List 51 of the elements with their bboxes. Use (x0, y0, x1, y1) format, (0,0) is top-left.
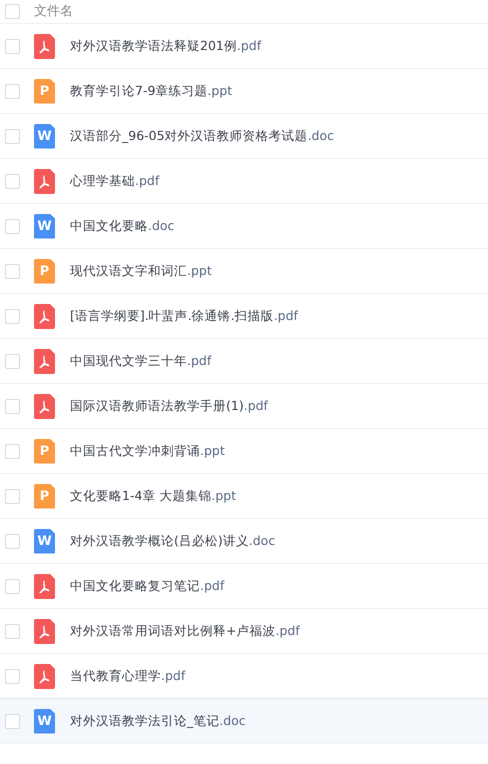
file-name[interactable]: 汉语部分_96-05对外汉语教师资格考试题.doc (70, 128, 334, 144)
presentation-file-icon: P (34, 258, 55, 284)
presentation-file-icon: P (34, 78, 55, 104)
document-file-icon: W (34, 214, 55, 238)
row-checkbox[interactable] (5, 218, 20, 234)
pdf-file-icon (34, 618, 55, 644)
file-name[interactable]: 当代教育心理学.pdf (70, 668, 186, 684)
document-file-icon: W (34, 528, 55, 554)
pdf-file-icon (34, 168, 55, 194)
file-name[interactable]: 现代汉语文字和词汇.ppt (70, 262, 212, 280)
pdf-file-icon (34, 304, 55, 328)
row-checkbox[interactable] (5, 128, 20, 144)
file-name[interactable]: 中国文化要略复习笔记.pdf (70, 578, 224, 594)
file-name[interactable]: [语言学纲要].叶蜚声.徐通锵.扫描版.pdf (70, 308, 298, 324)
presentation-file-icon: P (34, 438, 55, 464)
file-name[interactable]: 对外汉语教学概论(吕必松)讲义.doc (70, 532, 276, 550)
pdf-file-icon (34, 574, 55, 598)
row-checkbox[interactable] (5, 84, 20, 98)
file-name[interactable]: 对外汉语常用词语对比例释+卢福波.pdf (70, 622, 300, 640)
file-name[interactable]: 教育学引论7-9章练习题.ppt (70, 82, 232, 100)
file-name[interactable]: 对外汉语教学法引论_笔记.doc (70, 712, 246, 730)
column-header: 文件名 (34, 3, 73, 20)
file-name[interactable]: 中国现代文学三十年.pdf (70, 352, 212, 370)
row-checkbox[interactable] (5, 398, 20, 414)
pdf-file-icon (34, 34, 55, 58)
row-checkbox[interactable] (5, 624, 20, 638)
pdf-file-icon (34, 664, 55, 688)
file-name[interactable]: 心理学基础.pdf (70, 172, 160, 190)
select-all-checkbox[interactable] (5, 4, 20, 18)
file-row[interactable]: W 对外汉语教学法引论_笔记.doc (0, 698, 488, 744)
file-name[interactable]: 对外汉语教学语法释疑201例.pdf (70, 38, 262, 54)
row-checkbox[interactable] (5, 668, 20, 684)
row-checkbox[interactable] (5, 534, 20, 548)
row-checkbox[interactable] (5, 488, 20, 504)
row-checkbox[interactable] (5, 174, 20, 188)
row-checkbox[interactable] (5, 354, 20, 368)
row-checkbox[interactable] (5, 714, 20, 728)
file-name[interactable]: 国际汉语教师语法教学手册(1).pdf (70, 398, 268, 414)
presentation-file-icon: P (34, 484, 55, 508)
document-file-icon: W (34, 124, 55, 148)
file-name[interactable]: 文化要略1-4章 大题集锦.ppt (70, 488, 236, 504)
row-checkbox[interactable] (5, 444, 20, 458)
row-checkbox[interactable] (5, 578, 20, 594)
row-checkbox[interactable] (5, 38, 20, 54)
row-checkbox[interactable] (5, 308, 20, 324)
document-file-icon: W (34, 708, 55, 734)
file-name[interactable]: 中国文化要略.doc (70, 218, 174, 234)
row-checkbox[interactable] (5, 264, 20, 278)
file-name[interactable]: 中国古代文学冲刺背诵.ppt (70, 442, 225, 460)
pdf-file-icon (34, 348, 55, 374)
pdf-file-icon (34, 394, 55, 418)
